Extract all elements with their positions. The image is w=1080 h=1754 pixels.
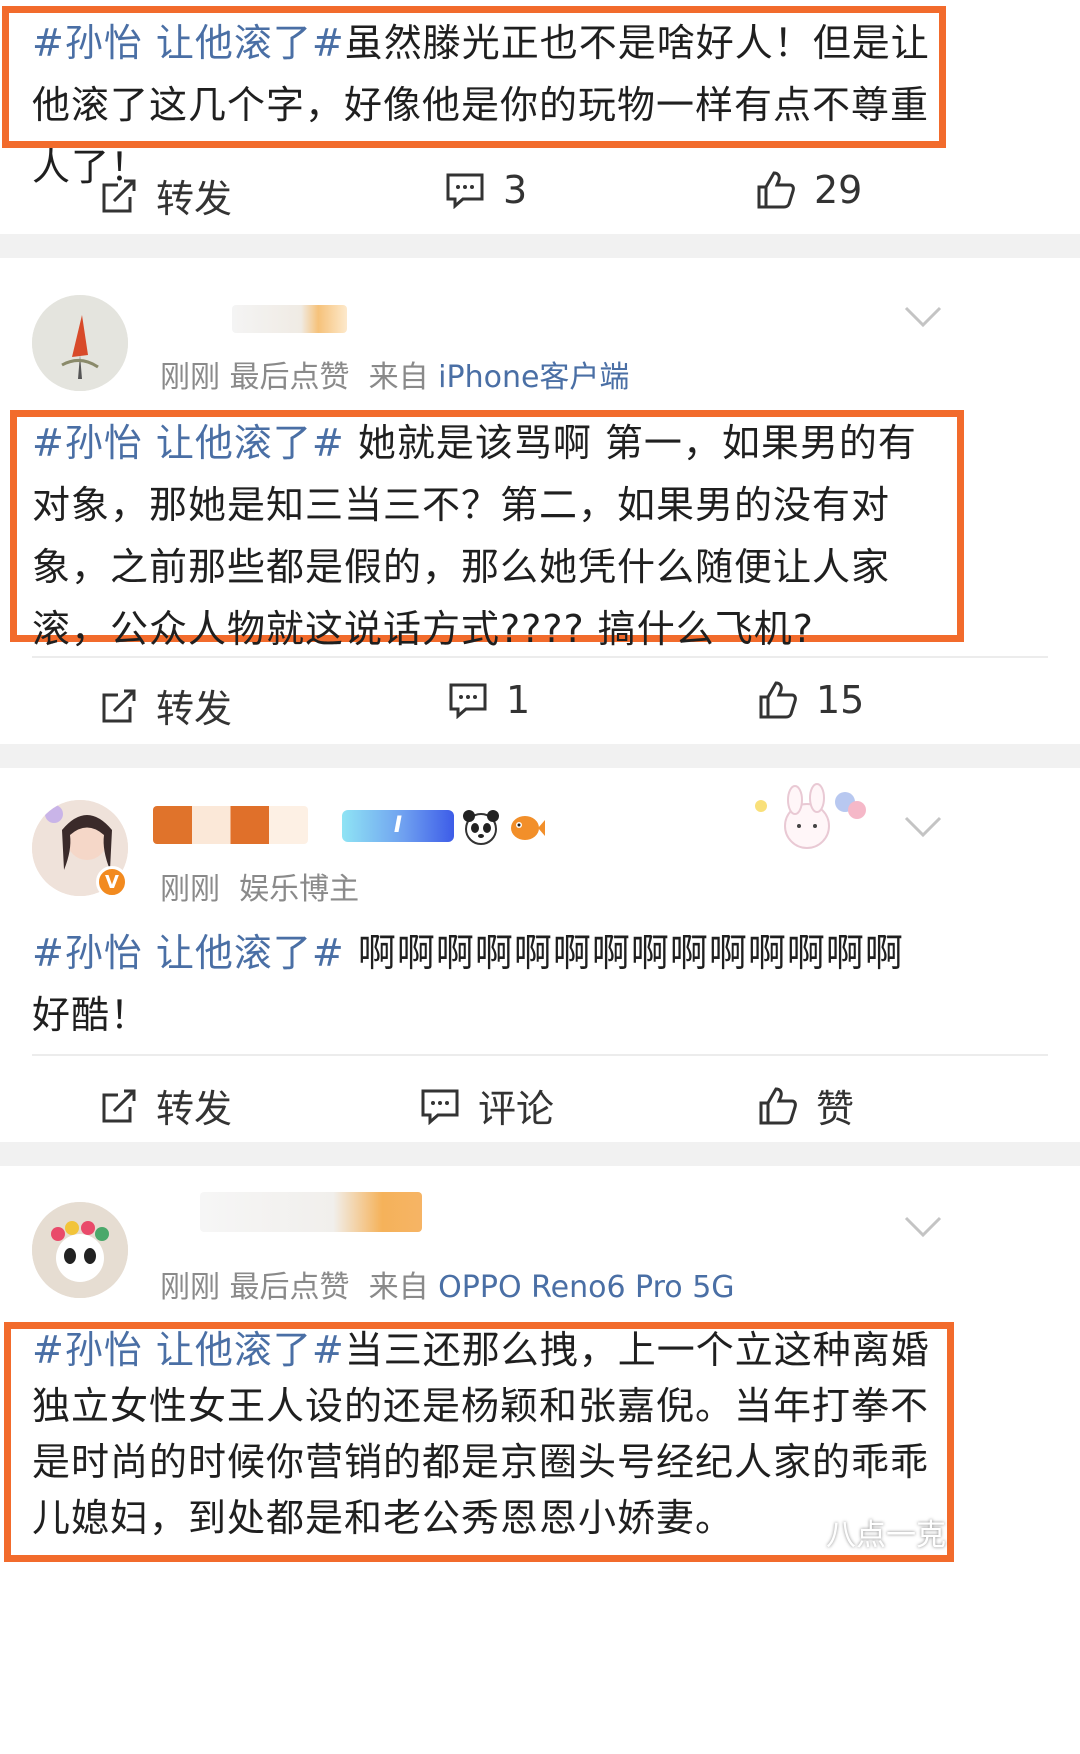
post-separator: [0, 744, 1080, 768]
username[interactable]: [232, 305, 347, 333]
like-button[interactable]: 赞: [758, 1078, 854, 1133]
thumbs-up-icon: [759, 1086, 797, 1124]
repost-label: 转发: [156, 177, 233, 221]
comment-count: 3: [503, 168, 528, 212]
source-link[interactable]: OPPO Reno6 Pro 5G: [438, 1270, 734, 1305]
verified-badge: V: [96, 866, 128, 898]
divider: [32, 656, 1048, 658]
post-meta: 刚刚 娱乐博主: [160, 872, 360, 907]
like-button[interactable]: 29: [756, 168, 862, 212]
panda-icon: [462, 808, 500, 846]
repost-icon: [102, 1089, 136, 1122]
decor-bunny-icon: [735, 782, 890, 862]
username[interactable]: [200, 1192, 422, 1232]
avatar[interactable]: [32, 295, 128, 391]
member-badge: I: [342, 810, 454, 842]
thumbs-up-icon: [759, 681, 797, 719]
thumbs-up-icon: [757, 171, 795, 209]
source-link[interactable]: iPhone客户端: [438, 360, 629, 395]
repost-button[interactable]: 转发: [100, 168, 232, 223]
repost-icon: [102, 179, 136, 212]
repost-icon: [102, 689, 136, 722]
comment-count: 1: [506, 678, 531, 722]
repost-button[interactable]: 转发: [100, 678, 232, 733]
hashtag-link[interactable]: #孙怡 让他滚了#: [32, 931, 345, 975]
fish-icon: [508, 808, 546, 846]
post-3-text: #孙怡 让他滚了# 啊啊啊啊啊啊啊啊啊啊啊啊啊啊好酷！: [32, 922, 912, 1046]
comment-button[interactable]: 3: [445, 168, 527, 212]
comment-label: 评论: [478, 1087, 555, 1131]
hashtag-link[interactable]: #孙怡 让他滚了#: [32, 421, 345, 465]
post-separator: [0, 1142, 1080, 1166]
like-label: 赞: [816, 1087, 855, 1131]
repost-label: 转发: [156, 1087, 233, 1131]
like-count: 15: [816, 678, 865, 722]
chevron-down-icon[interactable]: [904, 306, 942, 328]
like-count: 29: [814, 168, 863, 212]
post-4-text: #孙怡 让他滚了#当三还那么拽，上一个立这种离婚独立女性女王人设的还是杨颖和张嘉…: [32, 1322, 932, 1546]
like-button[interactable]: 15: [758, 678, 864, 722]
comment-icon: [421, 1089, 459, 1125]
chevron-down-icon[interactable]: [904, 1216, 942, 1238]
hashtag-link[interactable]: #孙怡 让他滚了#: [32, 1328, 345, 1372]
divider: [32, 1054, 1048, 1056]
post-meta: 刚刚 最后点赞 来自 iPhone客户端: [160, 360, 630, 395]
comment-button[interactable]: 评论: [420, 1078, 554, 1133]
repost-button[interactable]: 转发: [100, 1078, 232, 1133]
comment-button[interactable]: 1: [448, 678, 530, 722]
chevron-down-icon[interactable]: [904, 816, 942, 838]
post-meta: 刚刚 最后点赞 来自 OPPO Reno6 Pro 5G: [160, 1270, 735, 1305]
post-separator: [0, 234, 1080, 258]
username[interactable]: [153, 806, 308, 844]
avatar[interactable]: [32, 1202, 128, 1298]
watermark: 八点一克: [826, 1518, 946, 1553]
repost-label: 转发: [156, 687, 233, 731]
comment-icon: [446, 173, 484, 209]
comment-icon: [449, 683, 487, 719]
hashtag-link[interactable]: #孙怡 让他滚了#: [32, 21, 345, 65]
post-2-text: #孙怡 让他滚了# 她就是该骂啊 第一，如果男的有对象，那她是知三当三不？第二，…: [32, 412, 937, 660]
